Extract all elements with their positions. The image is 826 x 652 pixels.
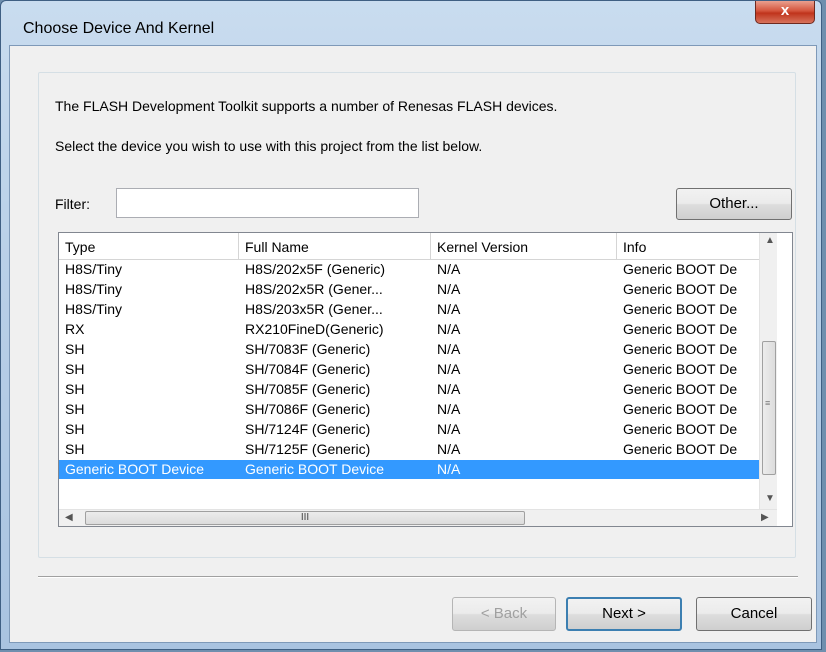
table-cell: Generic BOOT De bbox=[623, 421, 738, 437]
separator-line bbox=[38, 576, 798, 578]
table-cell: Generic BOOT Device bbox=[245, 461, 385, 477]
table-cell: N/A bbox=[437, 341, 461, 357]
table-cell: SH bbox=[65, 361, 85, 377]
scroll-down-icon[interactable]: ▼ bbox=[765, 493, 775, 504]
table-cell: N/A bbox=[437, 281, 461, 297]
table-cell: Generic BOOT De bbox=[623, 361, 738, 377]
window-title: Choose Device And Kernel bbox=[23, 20, 215, 37]
table-cell: SH/7083F (Generic) bbox=[245, 341, 371, 357]
table-cell: Generic BOOT De bbox=[623, 441, 738, 457]
table-cell: SH bbox=[65, 401, 85, 417]
intro-text-1: The FLASH Development Toolkit supports a… bbox=[55, 98, 558, 114]
table-row[interactable]: SH SH/7124F (Generic) N/A Generic BOOT De bbox=[59, 420, 759, 439]
table-row[interactable]: SH SH/7084F (Generic) N/A Generic BOOT De bbox=[59, 360, 759, 379]
table-row[interactable]: SH SH/7125F (Generic) N/A Generic BOOT De bbox=[59, 440, 759, 459]
table-cell: Generic BOOT De bbox=[623, 401, 738, 417]
table-cell: SH bbox=[65, 381, 85, 397]
table-cell: SH/7085F (Generic) bbox=[245, 381, 371, 397]
table-cell: Generic BOOT De bbox=[623, 261, 738, 277]
table-cell: Generic BOOT De bbox=[623, 301, 738, 317]
table-cell: SH/7086F (Generic) bbox=[245, 401, 371, 417]
table-cell: H8S/202x5F (Generic) bbox=[245, 261, 386, 277]
next-button-label: Next > bbox=[602, 605, 646, 622]
column-header-type[interactable]: Type bbox=[59, 233, 239, 259]
table-row[interactable]: Generic BOOT Device Generic BOOT Device N/… bbox=[59, 460, 759, 479]
back-button-label: < Back bbox=[480, 605, 528, 622]
table-cell: N/A bbox=[437, 401, 461, 417]
column-header-kernel-version[interactable]: Kernel Version bbox=[431, 233, 617, 259]
table-cell: Generic BOOT De bbox=[623, 321, 738, 337]
table-cell: H8S/Tiny bbox=[65, 281, 123, 297]
table-cell: H8S/202x5R (Gener... bbox=[245, 281, 383, 297]
close-button[interactable]: x bbox=[755, 1, 815, 24]
dialog-window: Choose Device And Kernel x The FLASH Dev… bbox=[0, 0, 822, 650]
table-cell: N/A bbox=[437, 441, 461, 457]
table-cell: N/A bbox=[437, 421, 461, 437]
table-cell: RX bbox=[65, 321, 85, 337]
table-cell: Generic BOOT Device bbox=[65, 461, 205, 477]
close-icon: x bbox=[780, 2, 790, 19]
filter-label: Filter: bbox=[55, 196, 90, 212]
horizontal-scrollbar[interactable]: ◀ III ▶ bbox=[59, 509, 777, 526]
grip-text: III bbox=[300, 512, 310, 523]
table-row[interactable]: H8S/Tiny H8S/202x5F (Generic) N/A Generic B… bbox=[59, 260, 759, 279]
table-cell: N/A bbox=[437, 461, 461, 477]
table-cell: H8S/Tiny bbox=[65, 261, 123, 277]
column-header-full-name[interactable]: Full Name bbox=[239, 233, 431, 259]
table-cell: RX210FineD(Generic) bbox=[245, 321, 384, 337]
table-cell bbox=[617, 460, 759, 479]
title-bar[interactable]: Choose Device And Kernel x bbox=[1, 1, 821, 51]
table-cell: N/A bbox=[437, 381, 461, 397]
vertical-scroll-thumb[interactable]: ≡ bbox=[762, 341, 776, 475]
table-cell: SH/7124F (Generic) bbox=[245, 421, 371, 437]
vertical-scrollbar[interactable]: ▲ ≡ ▼ bbox=[759, 233, 777, 509]
table-cell: Generic BOOT De bbox=[623, 341, 738, 357]
scroll-up-icon[interactable]: ▲ bbox=[765, 235, 775, 246]
table-row[interactable]: SH SH/7083F (Generic) N/A Generic BOOT De bbox=[59, 340, 759, 359]
table-row[interactable]: SH SH/7086F (Generic) N/A Generic BOOT De bbox=[59, 400, 759, 419]
table-cell: H8S/Tiny bbox=[65, 301, 123, 317]
table-cell: Generic BOOT De bbox=[623, 281, 738, 297]
table-cell: SH/7084F (Generic) bbox=[245, 361, 371, 377]
table-cell: N/A bbox=[437, 361, 461, 377]
list-header: Type Full Name Kernel Version Info bbox=[59, 233, 759, 260]
scroll-left-icon[interactable]: ◀ bbox=[65, 512, 73, 523]
scroll-right-icon[interactable]: ▶ bbox=[761, 512, 769, 523]
next-button[interactable]: Next > bbox=[566, 597, 682, 631]
other-button[interactable]: Other... bbox=[676, 188, 792, 220]
filter-input[interactable] bbox=[116, 188, 419, 218]
table-row[interactable]: RX RX210FineD(Generic) N/A Generic BOOT De bbox=[59, 320, 759, 339]
dialog-body: The FLASH Development Toolkit supports a… bbox=[9, 45, 817, 643]
table-cell: H8S/203x5R (Gener... bbox=[245, 301, 383, 317]
horizontal-scroll-thumb[interactable]: III bbox=[85, 511, 525, 525]
table-cell: N/A bbox=[437, 301, 461, 317]
table-cell: SH bbox=[65, 441, 85, 457]
table-cell: N/A bbox=[437, 321, 461, 337]
table-cell: SH bbox=[65, 421, 85, 437]
device-list[interactable]: Type Full Name Kernel Version Info H8S/T… bbox=[58, 232, 793, 527]
cancel-button-label: Cancel bbox=[730, 605, 778, 622]
table-cell: N/A bbox=[437, 261, 461, 277]
table-cell: SH/7125F (Generic) bbox=[245, 441, 371, 457]
table-row[interactable]: H8S/Tiny H8S/202x5R (Gener... N/A Generic B… bbox=[59, 280, 759, 299]
grip-icon: ≡ bbox=[765, 398, 771, 408]
column-header-info[interactable]: Info bbox=[617, 233, 759, 259]
back-button[interactable]: < Back bbox=[452, 597, 556, 631]
table-cell: Generic BOOT De bbox=[623, 381, 738, 397]
cancel-button[interactable]: Cancel bbox=[696, 597, 812, 631]
intro-text-2: Select the device you wish to use with t… bbox=[55, 138, 483, 154]
table-cell: SH bbox=[65, 341, 85, 357]
table-row[interactable]: H8S/Tiny H8S/203x5R (Gener... N/A Generic B… bbox=[59, 300, 759, 319]
table-row[interactable]: SH SH/7085F (Generic) N/A Generic BOOT De bbox=[59, 380, 759, 399]
